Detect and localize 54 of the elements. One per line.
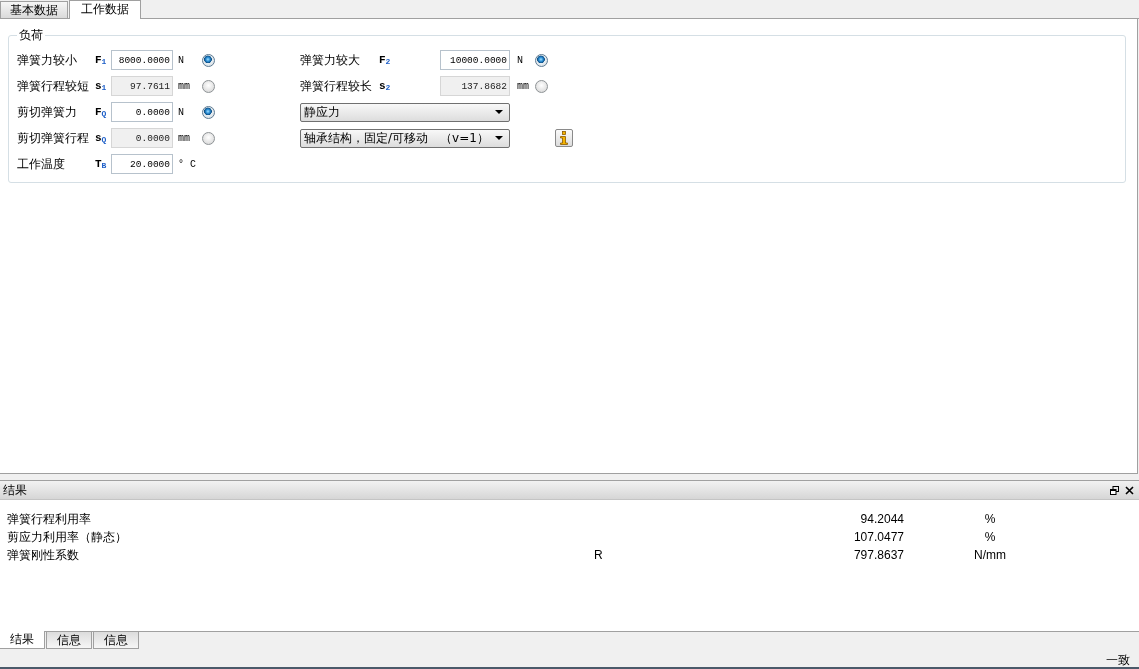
field-label: 弹簧行程较短 (17, 77, 90, 95)
input-field[interactable]: 20.0000 (111, 154, 173, 174)
unit-label: N (177, 106, 185, 118)
field-label: 弹簧行程较长 (300, 77, 373, 95)
symbol-label: F$_{1}$ (95, 54, 108, 66)
symbol-label: R (594, 548, 603, 562)
input-field[interactable]: 8000.0000 (111, 50, 173, 70)
info-button[interactable] (555, 129, 573, 147)
dropdown[interactable]: 轴承结构，固定/可移动 （v=1） (300, 128, 510, 148)
tab[interactable]: 信息 (46, 632, 92, 649)
panel-title: 结果 (3, 481, 27, 499)
field-label: 剪切弹簧力 (17, 103, 78, 121)
group-title: 负荷 (18, 28, 44, 42)
tab[interactable]: 基本数据 (0, 1, 68, 18)
unit-label: ° C (177, 158, 197, 170)
symbol-label: s$_{Q}$ (95, 132, 108, 144)
unit-label: N (516, 54, 524, 66)
info-icon (560, 131, 568, 145)
unit-label: % (984, 512, 996, 526)
tab[interactable]: 信息 (93, 632, 139, 649)
unit-label: N/mm (974, 548, 1006, 562)
radio-button[interactable] (202, 105, 215, 119)
result-label: 弹簧刚性系数 (7, 546, 79, 564)
unit-label: % (984, 530, 996, 544)
restore-icon[interactable] (1110, 485, 1119, 495)
tab[interactable]: 结果 (0, 631, 45, 649)
field-label: 弹簧力较小 (17, 51, 78, 69)
close-icon[interactable] (1125, 485, 1134, 495)
radio-button[interactable] (535, 53, 548, 67)
field-label: 剪切弹簧行程 (17, 129, 90, 147)
symbol-label: T$_{B}$ (95, 158, 108, 170)
result-value: 94.2044 (860, 512, 904, 526)
field-label: 工作温度 (17, 155, 66, 173)
result-value: 107.0477 (853, 530, 904, 544)
status-text: 一致 (1106, 653, 1130, 667)
symbol-label: F$_{Q}$ (95, 106, 108, 118)
unit-label: N (177, 54, 185, 66)
result-label: 弹簧行程利用率 (7, 510, 91, 528)
field-label: 弹簧力较大 (300, 51, 361, 69)
tab[interactable]: 工作数据 (69, 0, 141, 19)
result-label: 剪应力利用率（静态） (7, 528, 127, 546)
radio-button[interactable] (202, 53, 215, 67)
input-field[interactable]: 0.0000 (111, 102, 173, 122)
dropdown[interactable]: 静应力 (300, 102, 510, 122)
caret-icon (495, 136, 503, 140)
symbol-label: s$_{2}$ (379, 80, 392, 92)
symbol-label: F$_{2}$ (379, 54, 392, 66)
caret-icon (495, 110, 503, 114)
input-field[interactable]: 10000.0000 (440, 50, 510, 70)
unit-label: mm (177, 80, 191, 92)
unit-label: mm (177, 132, 191, 144)
unit-label: mm (516, 80, 530, 92)
result-value: 797.8637 (853, 548, 904, 562)
symbol-label: s$_{1}$ (95, 80, 108, 92)
